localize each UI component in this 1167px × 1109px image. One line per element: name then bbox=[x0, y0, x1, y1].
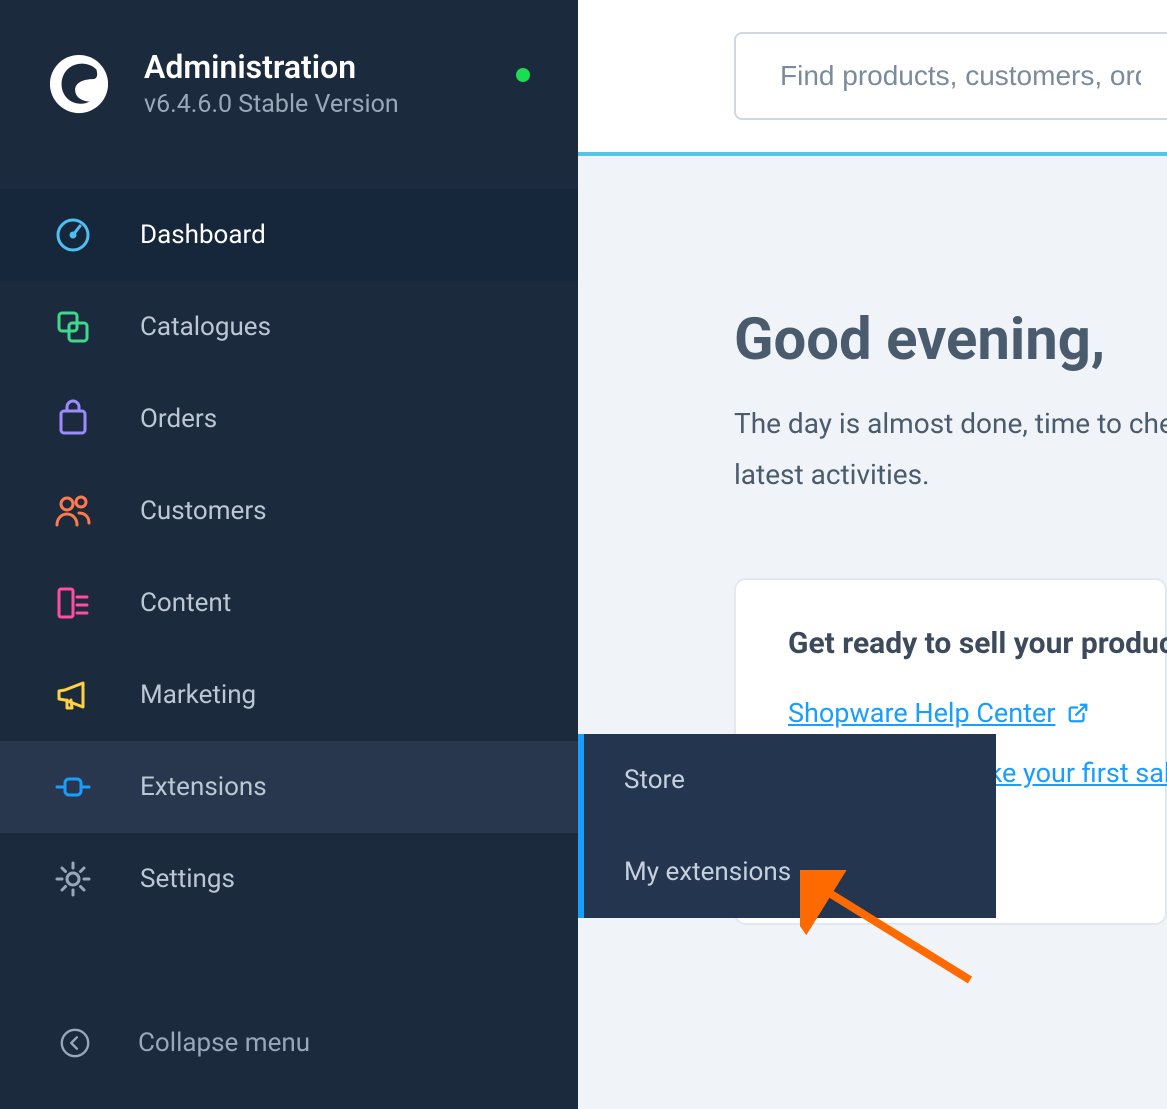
flyout-item-my-extensions[interactable]: My extensions bbox=[584, 826, 996, 918]
main-area: Good evening, The day is almost done, ti… bbox=[578, 0, 1167, 1109]
brand-title: Administration bbox=[144, 48, 399, 86]
link-label: Shopware Help Center bbox=[788, 697, 1055, 729]
sidebar-item-label: Catalogues bbox=[140, 312, 271, 342]
flyout-item-label: Store bbox=[624, 765, 685, 795]
collapse-label: Collapse menu bbox=[138, 1028, 310, 1058]
extensions-flyout: Store My extensions bbox=[578, 734, 996, 918]
external-link-icon bbox=[1067, 702, 1089, 724]
plug-icon bbox=[52, 766, 94, 808]
sidebar-item-label: Orders bbox=[140, 404, 217, 434]
sidebar-item-content[interactable]: Content bbox=[0, 557, 578, 649]
sidebar-nav: Dashboard Catalogues Orders Customers Co bbox=[0, 159, 578, 997]
sidebar: Administration v6.4.6.0 Stable Version D… bbox=[0, 0, 578, 1109]
sidebar-item-label: Content bbox=[140, 588, 231, 618]
chevron-left-circle-icon bbox=[56, 1024, 94, 1062]
card-title: Get ready to sell your products bbox=[788, 626, 1113, 661]
shopware-logo-icon bbox=[48, 53, 110, 115]
sidebar-item-label: Extensions bbox=[140, 772, 267, 802]
sidebar-item-catalogues[interactable]: Catalogues bbox=[0, 281, 578, 373]
copy-icon bbox=[52, 306, 94, 348]
greeting-subtitle-line1: The day is almost done, time to check on bbox=[734, 402, 1167, 447]
bag-icon bbox=[52, 398, 94, 440]
sidebar-item-settings[interactable]: Settings bbox=[0, 833, 578, 925]
sidebar-item-label: Settings bbox=[140, 864, 235, 894]
layout-icon bbox=[52, 582, 94, 624]
status-indicator bbox=[516, 68, 530, 82]
sidebar-item-label: Dashboard bbox=[140, 220, 266, 250]
brand-logo bbox=[48, 53, 110, 115]
users-icon bbox=[52, 490, 94, 532]
sidebar-item-customers[interactable]: Customers bbox=[0, 465, 578, 557]
global-search-input[interactable] bbox=[734, 32, 1167, 120]
gear-icon bbox=[52, 858, 94, 900]
greeting-subtitle-line2: latest activities. bbox=[734, 453, 1167, 498]
gauge-icon bbox=[52, 214, 94, 256]
brand-version: v6.4.6.0 Stable Version bbox=[144, 90, 399, 119]
link-help-center[interactable]: Shopware Help Center bbox=[788, 697, 1113, 729]
sidebar-item-extensions[interactable]: Extensions bbox=[0, 741, 578, 833]
sidebar-header: Administration v6.4.6.0 Stable Version bbox=[0, 0, 578, 159]
sidebar-item-marketing[interactable]: Marketing bbox=[0, 649, 578, 741]
sidebar-item-label: Marketing bbox=[140, 680, 256, 710]
greeting-title: Good evening, bbox=[734, 306, 1167, 374]
sidebar-item-orders[interactable]: Orders bbox=[0, 373, 578, 465]
flyout-item-store[interactable]: Store bbox=[584, 734, 996, 826]
sidebar-item-dashboard[interactable]: Dashboard bbox=[0, 189, 578, 281]
flyout-item-label: My extensions bbox=[624, 857, 791, 887]
dashboard-content: Good evening, The day is almost done, ti… bbox=[578, 156, 1167, 1109]
top-bar bbox=[578, 0, 1167, 156]
megaphone-icon bbox=[52, 674, 94, 716]
collapse-menu-button[interactable]: Collapse menu bbox=[0, 997, 578, 1089]
sidebar-item-label: Customers bbox=[140, 496, 267, 526]
